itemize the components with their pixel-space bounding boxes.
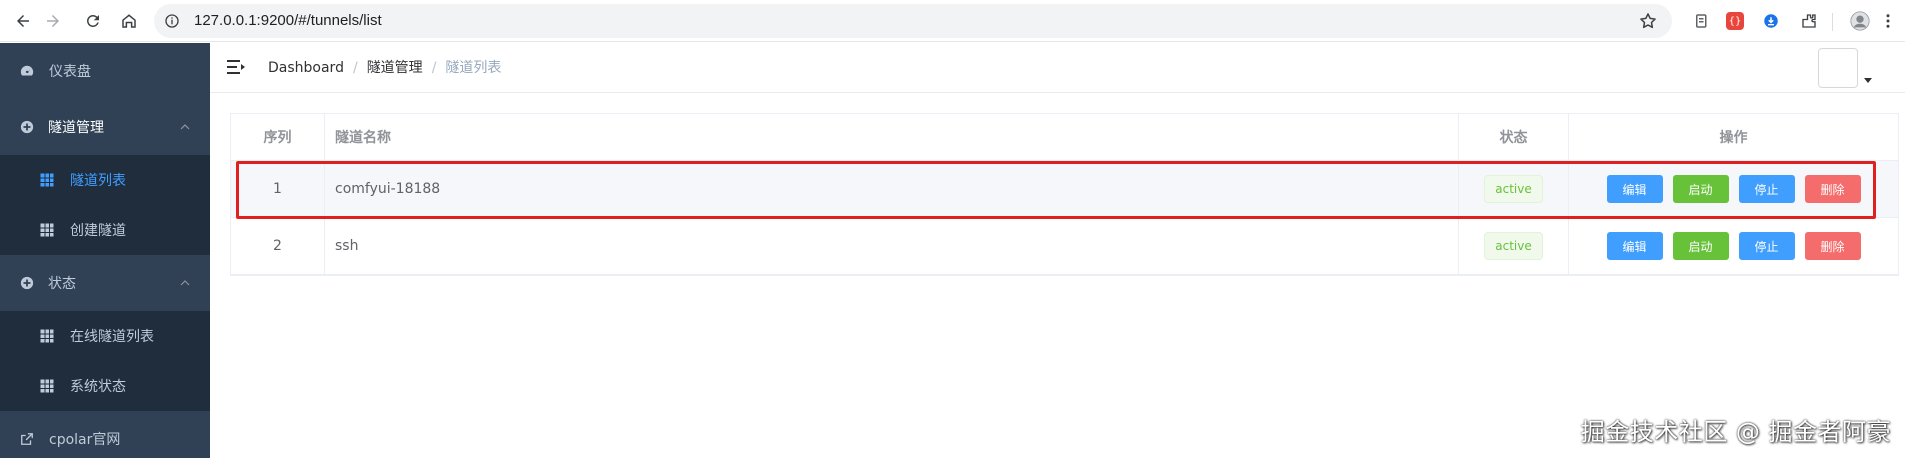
url-text[interactable]: 127.0.0.1:9200/#/tunnels/list xyxy=(194,4,382,38)
watermark: 掘金技术社区 @ 掘金者阿豪 xyxy=(1580,418,1891,446)
toolbar-divider xyxy=(1832,13,1833,31)
delete-button[interactable]: 删除 xyxy=(1804,232,1861,260)
sidebar-label: 系统状态 xyxy=(70,379,126,395)
table-grid-icon xyxy=(40,329,54,343)
start-button[interactable]: 启动 xyxy=(1672,232,1729,260)
breadcrumb-current: 隧道列表 xyxy=(445,60,502,76)
stop-button[interactable]: 停止 xyxy=(1738,175,1795,203)
column-header-index: 序列 xyxy=(231,114,325,160)
extension-blue-icon[interactable] xyxy=(1759,9,1783,33)
sidebar-item-status[interactable]: 状态 xyxy=(0,255,210,311)
breadcrumb: Dashboard / 隧道管理 / 隧道列表 xyxy=(268,43,501,93)
avatar[interactable] xyxy=(1818,48,1858,88)
tunnel-table: 序列 隧道名称 状态 操作 1 comfyui-18188 active 编辑 … xyxy=(230,113,1899,276)
dashboard-gauge-icon xyxy=(20,65,34,76)
tab-search-icon[interactable] xyxy=(1690,9,1714,33)
row-tunnel-name: ssh xyxy=(325,218,1459,274)
table-grid-icon xyxy=(40,173,54,187)
sidebar: 仪表盘 隧道管理 隧道列表 创建隧道 状态 在线隧道列表 系统状态 cpolar… xyxy=(0,43,210,458)
row-index: 2 xyxy=(231,218,325,274)
delete-button[interactable]: 删除 xyxy=(1804,175,1861,203)
row-status-cell: active xyxy=(1459,161,1569,217)
sidebar-label: 状态 xyxy=(48,276,76,292)
sidebar-item-create-tunnel[interactable]: 创建隧道 xyxy=(0,205,210,255)
edit-button[interactable]: 编辑 xyxy=(1606,232,1663,260)
column-header-status: 状态 xyxy=(1459,114,1569,160)
arrow-left-icon xyxy=(17,15,29,27)
column-header-actions: 操作 xyxy=(1719,130,1748,146)
address-bar[interactable]: 127.0.0.1:9200/#/tunnels/list xyxy=(154,4,1672,38)
breadcrumb-home[interactable]: Dashboard xyxy=(268,43,344,93)
breadcrumb-separator: / xyxy=(352,60,358,76)
profile-avatar-icon[interactable] xyxy=(1848,9,1872,33)
sidebar-item-system-status[interactable]: 系统状态 xyxy=(0,361,210,411)
plus-circle-icon xyxy=(20,276,34,290)
chevron-up-icon xyxy=(180,124,190,130)
sidebar-item-cpolar-site[interactable]: cpolar官网 xyxy=(0,411,210,458)
edit-button[interactable]: 编辑 xyxy=(1606,175,1663,203)
sidebar-item-online-tunnels[interactable]: 在线隧道列表 xyxy=(0,311,210,361)
site-info-icon[interactable] xyxy=(162,11,182,31)
bookmark-star-icon[interactable] xyxy=(1638,11,1658,31)
breadcrumb-section[interactable]: 隧道管理 xyxy=(367,43,423,93)
sidebar-item-tunnel-management[interactable]: 隧道管理 xyxy=(0,99,210,155)
extension-red-icon[interactable]: {} xyxy=(1723,9,1747,33)
table-grid-icon xyxy=(40,379,54,393)
sidebar-label: 在线隧道列表 xyxy=(70,329,154,345)
hamburger-icon[interactable] xyxy=(227,58,245,76)
plus-circle-icon xyxy=(20,120,34,134)
row-index: 1 xyxy=(231,161,325,217)
column-header-name: 隧道名称 xyxy=(325,114,1459,160)
table-grid-icon xyxy=(40,223,54,237)
sidebar-item-dashboard[interactable]: 仪表盘 xyxy=(0,43,210,99)
row-actions: 编辑 启动 停止 删除 xyxy=(1569,218,1898,274)
stop-button[interactable]: 停止 xyxy=(1738,232,1795,260)
table-row[interactable]: 2 ssh active 编辑 启动 停止 删除 xyxy=(231,218,1898,275)
table-row[interactable]: 1 comfyui-18188 active 编辑 启动 停止 删除 xyxy=(231,161,1898,218)
status-badge: active xyxy=(1484,175,1543,203)
home-icon xyxy=(122,14,136,28)
row-tunnel-name: comfyui-18188 xyxy=(325,161,1459,217)
sidebar-item-tunnel-list[interactable]: 隧道列表 xyxy=(0,155,210,205)
forward-button[interactable] xyxy=(38,6,68,36)
caret-down-icon[interactable] xyxy=(1864,76,1872,84)
reload-button[interactable] xyxy=(78,6,108,36)
sidebar-label: 隧道管理 xyxy=(48,120,104,136)
breadcrumb-separator: / xyxy=(431,60,437,76)
start-button[interactable]: 启动 xyxy=(1672,175,1729,203)
status-badge: active xyxy=(1484,232,1543,260)
more-menu-icon[interactable] xyxy=(1876,9,1900,33)
top-navbar: Dashboard / 隧道管理 / 隧道列表 xyxy=(210,43,1905,93)
row-status-cell: active xyxy=(1459,218,1569,274)
chevron-up-icon xyxy=(180,280,190,286)
row-actions: 编辑 启动 停止 删除 xyxy=(1569,161,1898,217)
home-button[interactable] xyxy=(114,6,144,36)
puzzle-icon[interactable] xyxy=(1797,9,1821,33)
reload-icon xyxy=(86,14,99,27)
sidebar-label: 仪表盘 xyxy=(49,64,91,80)
sidebar-label: cpolar官网 xyxy=(49,432,121,448)
arrow-right-icon xyxy=(47,15,59,27)
external-link-icon xyxy=(21,433,33,445)
back-button[interactable] xyxy=(8,6,38,36)
browser-toolbar: 127.0.0.1:9200/#/tunnels/list {} xyxy=(0,0,1905,42)
sidebar-label: 创建隧道 xyxy=(70,223,126,239)
table-header-row: 序列 隧道名称 状态 操作 xyxy=(231,114,1898,161)
sidebar-label: 隧道列表 xyxy=(70,173,126,189)
